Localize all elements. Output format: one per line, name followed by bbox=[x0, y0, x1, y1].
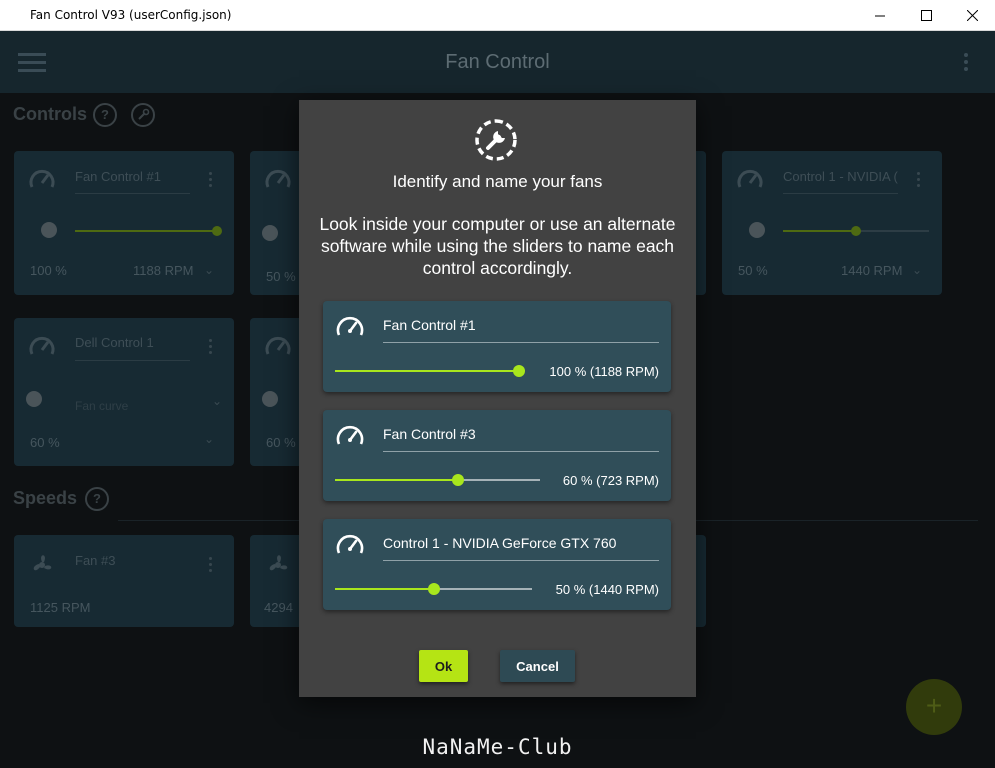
chevron-down-icon[interactable]: ⌄ bbox=[204, 432, 214, 446]
control-card[interactable]: Dell Control 1 Fan curve ⌄ 60 % ⌄ bbox=[14, 318, 234, 466]
gauge-icon bbox=[336, 534, 364, 554]
control-percent: 100 % bbox=[30, 263, 67, 278]
control-rpm: 1188 RPM bbox=[133, 263, 194, 278]
fan-icon bbox=[269, 555, 288, 571]
control-name: Control 1 - NVIDIA ( bbox=[783, 169, 898, 184]
gauge-icon bbox=[737, 169, 763, 188]
watermark-text: NaNaMe-Club bbox=[422, 735, 573, 759]
slider-thumb[interactable] bbox=[428, 583, 440, 595]
window-titlebar: Fan Control V93 (userConfig.json) bbox=[0, 0, 995, 31]
slider-fill bbox=[335, 479, 458, 481]
slider-fill bbox=[335, 588, 434, 590]
fan-icon bbox=[33, 555, 52, 571]
fan-speed-slider[interactable] bbox=[335, 583, 532, 595]
fan-name-input[interactable]: Fan Control #1 bbox=[383, 317, 476, 333]
control-slider[interactable] bbox=[75, 230, 221, 232]
slider-fill bbox=[335, 370, 519, 372]
maximize-icon bbox=[920, 10, 932, 21]
speed-name: Fan #3 bbox=[75, 553, 116, 568]
window-title: Fan Control V93 (userConfig.json) bbox=[30, 8, 232, 22]
card-more-icon[interactable] bbox=[209, 557, 213, 575]
speed-card[interactable]: Fan #3 1125 RPM bbox=[14, 535, 234, 627]
control-card[interactable]: Control 1 - NVIDIA ( 50 % 1440 RPM ⌄ bbox=[722, 151, 942, 295]
dialog-title: Identify and name your fans bbox=[392, 172, 603, 191]
slider-thumb[interactable] bbox=[513, 365, 525, 377]
control-percent: 60 % bbox=[30, 435, 60, 450]
fan-name-underline bbox=[383, 560, 659, 561]
app-title: Fan Control bbox=[445, 51, 550, 73]
chevron-down-icon[interactable]: ⌄ bbox=[212, 394, 222, 408]
gauge-icon bbox=[336, 316, 364, 336]
name-underline bbox=[75, 360, 190, 361]
control-rpm: 1440 RPM bbox=[841, 263, 903, 278]
fan-name-input[interactable]: Fan Control #3 bbox=[383, 426, 476, 442]
control-name: Dell Control 1 bbox=[75, 335, 154, 350]
slider-thumb[interactable] bbox=[452, 474, 464, 486]
ok-button[interactable]: Ok bbox=[419, 650, 468, 682]
fan-name-underline bbox=[383, 342, 659, 343]
minimize-icon bbox=[875, 15, 885, 16]
close-icon bbox=[966, 10, 978, 21]
more-vertical-icon[interactable] bbox=[963, 53, 969, 73]
controls-help-button[interactable]: ? bbox=[93, 103, 117, 127]
control-toggle[interactable] bbox=[262, 225, 278, 241]
chevron-down-icon[interactable]: ⌄ bbox=[912, 263, 922, 277]
gauge-icon bbox=[336, 425, 364, 445]
card-more-icon[interactable] bbox=[917, 172, 921, 190]
wrench-icon bbox=[138, 108, 150, 120]
fan-identify-card: Fan Control #1 100 % (1188 RPM) bbox=[323, 301, 671, 392]
control-toggle[interactable] bbox=[26, 391, 42, 407]
fan-name-underline bbox=[383, 451, 659, 452]
gauge-icon bbox=[265, 169, 291, 188]
gauge-icon bbox=[265, 336, 291, 355]
control-percent: 60 % bbox=[266, 435, 296, 450]
cancel-button[interactable]: Cancel bbox=[500, 650, 575, 682]
slider-thumb[interactable] bbox=[212, 226, 222, 236]
control-toggle[interactable] bbox=[262, 391, 278, 407]
controls-tools-button[interactable] bbox=[131, 103, 155, 127]
fan-curve-select[interactable]: Fan curve bbox=[75, 399, 128, 413]
chevron-down-icon[interactable]: ⌄ bbox=[204, 263, 214, 277]
gauge-icon bbox=[29, 169, 55, 188]
name-underline bbox=[75, 193, 190, 194]
control-percent: 50 % bbox=[738, 263, 768, 278]
close-button[interactable] bbox=[949, 0, 995, 31]
gauge-icon bbox=[29, 336, 55, 355]
wrench-gear-icon bbox=[475, 119, 517, 161]
fan-speed-value: 60 % (723 RPM) bbox=[562, 473, 659, 488]
card-more-icon[interactable] bbox=[209, 339, 213, 357]
speeds-help-button[interactable]: ? bbox=[85, 487, 109, 511]
minimize-button[interactable] bbox=[857, 0, 903, 31]
slider-fill bbox=[783, 230, 856, 232]
identify-fans-dialog: Identify and name your fans Look inside … bbox=[299, 100, 696, 697]
speeds-section-title: Speeds bbox=[13, 488, 78, 508]
maximize-button[interactable] bbox=[903, 0, 949, 31]
control-toggle[interactable] bbox=[749, 222, 765, 238]
fan-speed-slider[interactable] bbox=[335, 474, 540, 486]
controls-section-title: Controls bbox=[13, 104, 87, 124]
control-name: Fan Control #1 bbox=[75, 169, 161, 184]
control-card[interactable]: Fan Control #1 100 % 1188 RPM ⌄ bbox=[14, 151, 234, 295]
fan-speed-slider[interactable] bbox=[335, 365, 525, 377]
fan-speed-value: 50 % (1440 RPM) bbox=[555, 582, 659, 597]
card-more-icon[interactable] bbox=[209, 172, 213, 190]
add-fab-button[interactable]: + bbox=[906, 679, 962, 735]
slider-fill bbox=[75, 230, 221, 232]
control-toggle[interactable] bbox=[41, 222, 57, 238]
slider-thumb[interactable] bbox=[851, 226, 861, 236]
speed-rpm: 1125 RPM bbox=[30, 600, 91, 615]
name-underline bbox=[783, 193, 898, 194]
fan-speed-value: 100 % (1188 RPM) bbox=[549, 364, 659, 379]
fan-identify-card: Fan Control #3 60 % (723 RPM) bbox=[323, 410, 671, 501]
control-percent: 50 % bbox=[266, 269, 296, 284]
app-bar: Fan Control bbox=[0, 31, 995, 93]
fan-name-input[interactable]: Control 1 - NVIDIA GeForce GTX 760 bbox=[383, 535, 616, 551]
dialog-description: Look inside your computer or use an alte… bbox=[319, 214, 676, 278]
fan-identify-card: Control 1 - NVIDIA GeForce GTX 760 50 % … bbox=[323, 519, 671, 610]
